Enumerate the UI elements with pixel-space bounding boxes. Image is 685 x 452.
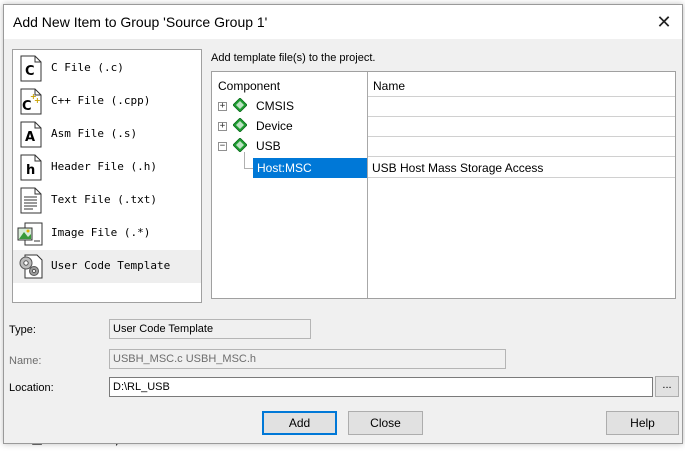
text-file-icon: [20, 187, 42, 214]
grid-row-line: [368, 136, 675, 137]
header-file-icon: h: [20, 154, 42, 181]
dialog-title: Add New Item to Group 'Source Group 1': [13, 14, 268, 30]
file-type-label: User Code Template: [51, 259, 171, 272]
add-new-item-dialog: Add New Item to Group 'Source Group 1' ✕…: [3, 4, 683, 444]
type-label: Type:: [9, 324, 36, 336]
column-separator[interactable]: [367, 72, 368, 298]
file-type-label: Header File (.h): [51, 160, 157, 173]
tree-node-usb[interactable]: − USB: [212, 137, 367, 157]
file-type-label: Image File (.*): [51, 226, 151, 239]
tree-node-label: USB: [256, 139, 281, 153]
file-type-label: Text File (.txt): [51, 193, 157, 206]
grid-row-line: [368, 116, 675, 117]
dialog-titlebar: Add New Item to Group 'Source Group 1' ✕: [4, 5, 682, 39]
cpp-file-icon: C + +: [20, 88, 42, 115]
file-type-list: C C File (.c) C + + C++ File (.cpp) A As…: [12, 49, 202, 303]
tree-node-label: CMSIS: [256, 99, 295, 113]
component-diamond-icon: [233, 118, 247, 132]
file-type-label: Asm File (.s): [51, 127, 138, 140]
type-field: User Code Template: [109, 319, 311, 339]
browse-button[interactable]: ...: [655, 376, 679, 397]
template-hint: Add template file(s) to the project.: [211, 52, 376, 64]
collapse-icon[interactable]: −: [218, 142, 227, 151]
grid-row-line: [368, 96, 675, 97]
template-grid: Component Name + CMSIS + Device − USB Ho…: [211, 71, 676, 299]
location-input[interactable]: D:\RL_USB: [109, 377, 653, 397]
svg-text:C: C: [22, 99, 32, 114]
template-name-cell[interactable]: USB Host Mass Storage Access: [372, 161, 543, 175]
tree-node-host-msc[interactable]: Host:MSC: [253, 158, 367, 178]
svg-text:+: +: [34, 96, 41, 105]
user-code-template-icon: [19, 254, 43, 279]
file-type-label: C File (.c): [51, 61, 124, 74]
component-diamond-icon: [233, 98, 247, 112]
c-file-icon: C: [20, 55, 42, 82]
location-label: Location:: [9, 382, 54, 394]
file-type-label: C++ File (.cpp): [51, 94, 151, 107]
expand-icon[interactable]: +: [218, 122, 227, 131]
column-header-name[interactable]: Name: [373, 79, 405, 93]
close-icon[interactable]: ✕: [652, 10, 676, 34]
file-type-image[interactable]: Image File (.*): [13, 217, 201, 250]
grid-row-line: [368, 156, 675, 157]
component-diamond-icon: [233, 138, 247, 152]
file-type-asm[interactable]: A Asm File (.s): [13, 118, 201, 151]
tree-guide-line: [244, 152, 245, 168]
tree-node-label: Host:MSC: [257, 161, 312, 175]
tree-node-cmsis[interactable]: + CMSIS: [212, 97, 367, 117]
name-field: USBH_MSC.c USBH_MSC.h: [109, 349, 506, 369]
file-type-user-code-template[interactable]: User Code Template: [13, 250, 201, 283]
svg-text:h: h: [26, 163, 35, 178]
file-type-c[interactable]: C C File (.c): [13, 52, 201, 85]
file-type-header[interactable]: h Header File (.h): [13, 151, 201, 184]
file-type-cpp[interactable]: C + + C++ File (.cpp): [13, 85, 201, 118]
image-file-icon: [17, 222, 43, 246]
expand-icon[interactable]: +: [218, 102, 227, 111]
grid-row-line: [368, 177, 675, 178]
tree-node-device[interactable]: + Device: [212, 117, 367, 137]
help-button[interactable]: Help: [606, 411, 679, 435]
file-type-text[interactable]: Text File (.txt): [13, 184, 201, 217]
tree-guide-line: [244, 168, 253, 169]
name-label: Name:: [9, 355, 42, 367]
close-button[interactable]: Close: [348, 411, 423, 435]
column-header-component[interactable]: Component: [218, 79, 280, 93]
svg-text:A: A: [25, 130, 35, 145]
add-button[interactable]: Add: [262, 411, 337, 435]
tree-node-label: Device: [256, 119, 293, 133]
asm-file-icon: A: [20, 121, 42, 148]
svg-text:C: C: [25, 64, 35, 79]
